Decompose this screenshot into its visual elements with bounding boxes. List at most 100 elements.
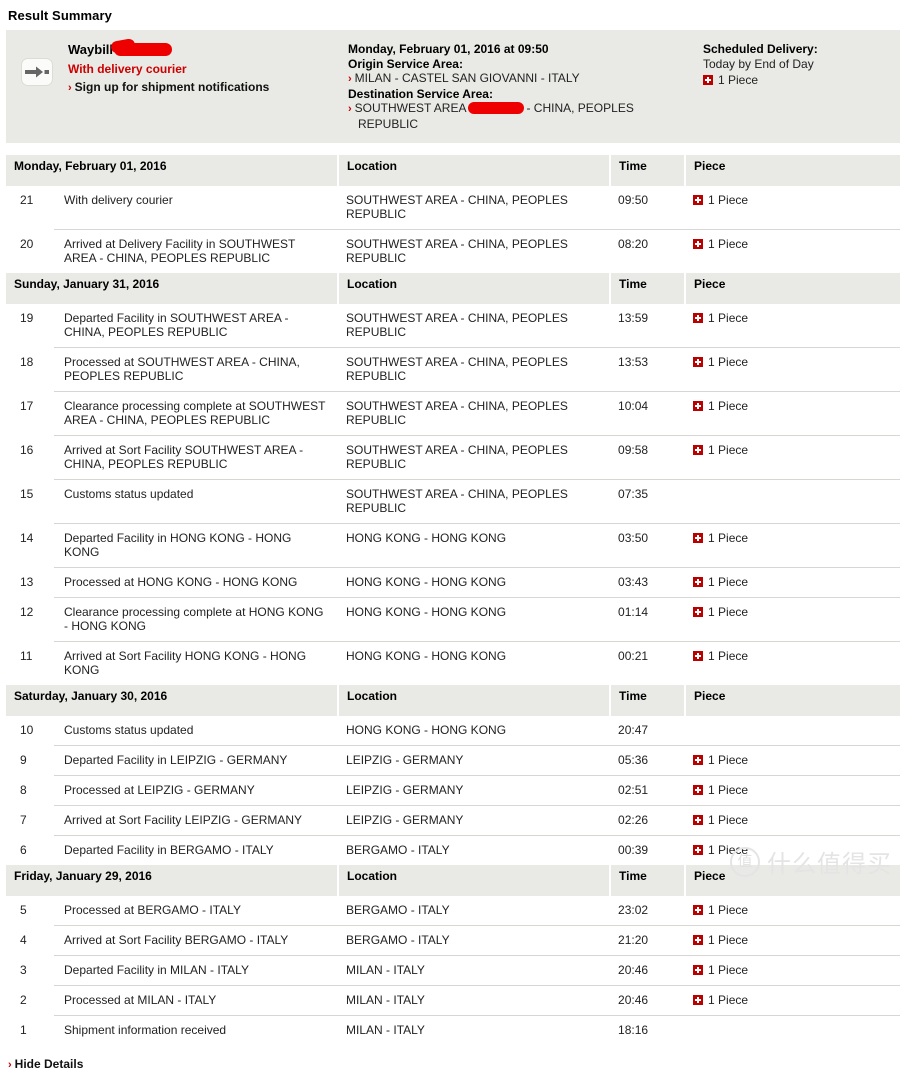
event-number: 4	[20, 932, 27, 947]
signup-notifications-link[interactable]: › Sign up for shipment notifications	[68, 80, 348, 96]
tracking-event-row: 4 Arrived at Sort Facility BERGAMO - ITAL…	[6, 925, 901, 956]
piece-badge[interactable]: 1 Piece	[693, 963, 900, 977]
chevron-right-icon: ›	[348, 73, 352, 85]
event-piece-cell[interactable]: 1 Piece	[685, 835, 901, 865]
piece-badge[interactable]: 1 Piece	[693, 813, 900, 827]
summary-waybill-column: Waybill With delivery courier › Sign up f…	[68, 40, 348, 131]
event-piece-cell[interactable]: 1 Piece	[685, 523, 901, 568]
event-piece-cell[interactable]: 1 Piece	[685, 896, 900, 926]
plus-icon[interactable]	[693, 785, 704, 795]
event-location: SOUTHWEST AREA - CHINA, PEOPLES REPUBLIC	[338, 229, 611, 273]
column-header-piece: Piece	[684, 685, 901, 716]
plus-icon[interactable]	[693, 445, 704, 455]
event-piece-cell[interactable]: 1 Piece	[685, 745, 901, 776]
piece-badge[interactable]: 1 Piece	[693, 783, 900, 797]
event-piece-cell[interactable]: 1 Piece	[685, 391, 901, 436]
event-number: 12	[20, 604, 34, 619]
event-piece-cell	[685, 716, 900, 746]
piece-badge[interactable]: 1 Piece	[693, 903, 900, 917]
column-header-location: Location	[337, 685, 611, 716]
piece-badge[interactable]: 1 Piece	[693, 843, 900, 857]
plus-icon[interactable]	[693, 755, 704, 765]
event-location: SOUTHWEST AREA - CHINA, PEOPLES REPUBLIC	[346, 193, 568, 221]
event-piece-cell[interactable]: 1 Piece	[685, 186, 900, 230]
event-location: HONG KONG - HONG KONG	[346, 723, 507, 737]
plus-icon[interactable]	[693, 607, 704, 617]
plus-icon[interactable]	[693, 357, 704, 367]
plus-icon[interactable]	[693, 995, 704, 1005]
piece-badge[interactable]: 1 Piece	[693, 193, 900, 207]
event-piece-cell[interactable]: 1 Piece	[685, 567, 901, 598]
plus-icon[interactable]	[693, 195, 704, 205]
piece-badge[interactable]: 1 Piece	[693, 237, 900, 251]
piece-badge[interactable]: 1 Piece	[693, 399, 900, 413]
event-piece-cell[interactable]: 1 Piece	[685, 229, 901, 273]
piece-badge[interactable]: 1 Piece	[693, 443, 900, 457]
piece-badge[interactable]: 1 Piece	[693, 355, 900, 369]
plus-icon[interactable]	[693, 577, 704, 587]
plus-icon[interactable]	[693, 845, 704, 855]
event-piece-cell[interactable]: 1 Piece	[685, 641, 901, 685]
event-piece-cell[interactable]: 1 Piece	[685, 985, 901, 1016]
event-piece-cell[interactable]: 1 Piece	[685, 347, 901, 392]
piece-badge[interactable]: 1 Piece	[693, 605, 900, 619]
plus-icon[interactable]	[693, 401, 704, 411]
plus-icon[interactable]	[693, 815, 704, 825]
waybill-line: Waybill	[68, 42, 348, 58]
event-location: HONG KONG - HONG KONG	[338, 567, 611, 598]
event-piece-cell[interactable]: 1 Piece	[685, 925, 901, 956]
event-description: Processed at HONG KONG - HONG KONG	[54, 567, 339, 598]
day-header-row: Saturday, January 30, 2016 Location Time Pi…	[6, 685, 901, 716]
plus-icon[interactable]	[693, 313, 704, 323]
piece-badge[interactable]: 1 Piece	[693, 311, 900, 325]
piece-label: 1 Piece	[708, 963, 749, 977]
piece-badge[interactable]: 1 Piece	[693, 531, 900, 545]
piece-badge[interactable]: 1 Piece	[693, 753, 900, 767]
summary-icon-column	[6, 40, 68, 131]
event-piece-cell[interactable]: 1 Piece	[685, 955, 901, 986]
event-description: Customs status updated	[54, 479, 339, 524]
event-piece-cell[interactable]: 1 Piece	[685, 435, 901, 480]
plus-icon[interactable]	[693, 935, 704, 945]
origin-service-area-link[interactable]: › MILAN - CASTEL SAN GIOVANNI - ITALY	[348, 71, 703, 87]
waybill-label: Waybill	[68, 42, 114, 57]
event-number: 16	[20, 442, 34, 457]
event-number: 7	[20, 812, 27, 827]
event-number: 6	[20, 842, 27, 857]
event-piece-cell[interactable]: 1 Piece	[685, 805, 901, 836]
tracking-event-row: 7 Arrived at Sort Facility LEIPZIG - GERM…	[6, 805, 901, 836]
event-location: HONG KONG - HONG KONG	[338, 597, 611, 642]
event-time: 20:46	[610, 985, 686, 1016]
chevron-right-icon: ›	[68, 82, 72, 94]
piece-badge[interactable]: 1 Piece	[693, 575, 900, 589]
piece-badge[interactable]: 1 Piece	[693, 649, 900, 663]
plus-icon[interactable]	[693, 533, 704, 543]
plus-icon[interactable]	[693, 651, 704, 661]
event-location: MILAN - ITALY	[338, 955, 611, 986]
plus-icon[interactable]	[693, 905, 704, 915]
plus-icon[interactable]	[703, 75, 713, 86]
piece-label: 1 Piece	[708, 237, 749, 251]
event-piece-cell[interactable]: 1 Piece	[685, 775, 901, 806]
event-description: Arrived at Sort Facility LEIPZIG - GERMA…	[54, 805, 339, 836]
tracking-event-row: 13 Processed at HONG KONG - HONG KONG HONG…	[6, 567, 901, 598]
plus-icon[interactable]	[693, 965, 704, 975]
destination-service-area-link[interactable]: › SOUTHWEST AREA - CHINA, PEOPLES	[348, 101, 703, 117]
event-piece-cell[interactable]: 1 Piece	[685, 304, 900, 348]
event-description: Customs status updated	[64, 723, 194, 737]
day-header-date: Sunday, January 31, 2016	[6, 273, 339, 304]
event-number: 10	[20, 723, 34, 737]
event-number: 17	[20, 398, 34, 413]
plus-icon[interactable]	[693, 239, 704, 249]
tracking-event-row: 18 Processed at SOUTHWEST AREA - CHINA, P…	[6, 347, 901, 392]
piece-badge[interactable]: 1 Piece	[693, 993, 900, 1007]
day-header-date: Saturday, January 30, 2016	[6, 685, 339, 716]
event-description: Arrived at Delivery Facility in SOUTHWES…	[54, 229, 339, 273]
tracking-event-row: 2 Processed at MILAN - ITALY MILAN - ITALY…	[6, 985, 901, 1016]
day-header-row: Monday, February 01, 2016 Location Time Pie…	[6, 155, 901, 186]
piece-badge[interactable]: 1 Piece	[693, 933, 900, 947]
hide-details-link[interactable]: › Hide Details	[8, 1057, 906, 1073]
tracking-event-row: 1 Shipment information received MILAN - IT…	[6, 1015, 901, 1045]
scheduled-delivery-piece[interactable]: 1 Piece	[703, 73, 900, 88]
event-piece-cell[interactable]: 1 Piece	[685, 597, 901, 642]
